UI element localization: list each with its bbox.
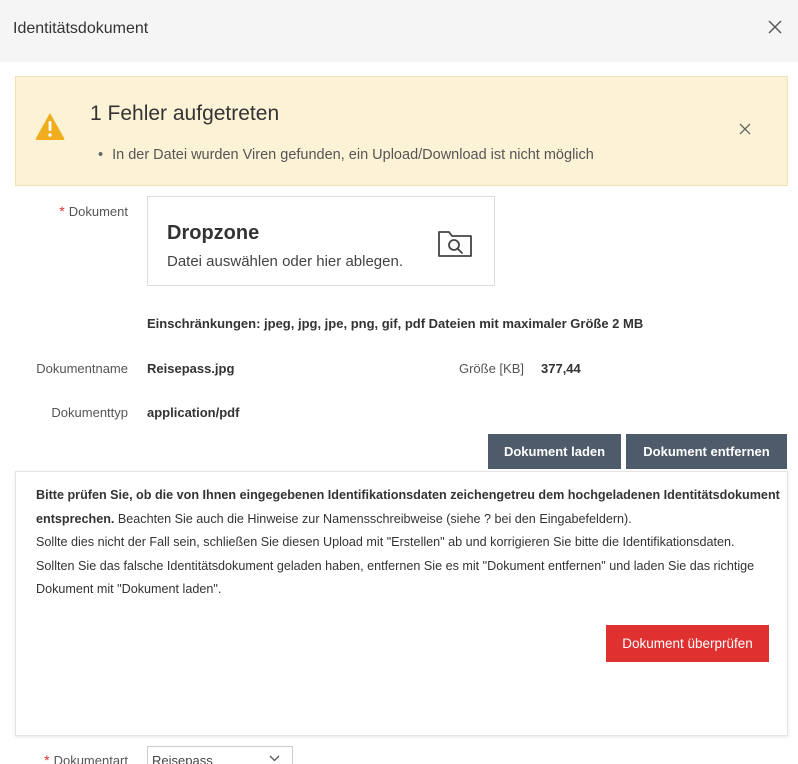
document-type-label: Dokumenttyp <box>51 405 128 420</box>
remove-document-button[interactable]: Dokument entfernen <box>626 434 787 469</box>
dropzone-title: Dropzone <box>167 222 260 244</box>
notice-line-1: Beachten Sie auch die Hinweise zur Namen… <box>114 511 632 526</box>
notice-text: Bitte prüfen Sie, ob die von Ihnen einge… <box>36 484 781 602</box>
upload-restrictions: Einschränkungen: jpeg, jpg, jpe, png, gi… <box>147 316 644 331</box>
dropzone-subtitle: Datei auswählen oder hier ablegen. <box>167 253 403 270</box>
document-name-value: Reisepass.jpg <box>147 361 235 376</box>
required-marker: * <box>59 203 65 219</box>
close-icon[interactable] <box>766 18 784 36</box>
load-document-button[interactable]: Dokument laden <box>488 434 621 469</box>
document-kind-value: Reisepass <box>152 753 213 764</box>
notice-line-2: Sollte dies nicht der Fall sein, schließ… <box>36 535 735 549</box>
error-alert: 1 Fehler aufgetreten In der Datei wurden… <box>15 76 788 186</box>
notice-line-3: Sollten Sie das falsche Identitätsdokume… <box>36 558 755 597</box>
dialog-header: Identitätsdokument <box>0 0 798 62</box>
alert-close-icon[interactable] <box>737 121 753 137</box>
dropzone[interactable]: Dropzone Datei auswählen oder hier ableg… <box>147 196 495 286</box>
document-name-label: Dokumentname <box>36 361 128 376</box>
document-kind-select[interactable]: Reisepass <box>147 746 293 764</box>
size-value: 377,44 <box>541 361 581 376</box>
chevron-down-icon <box>269 755 280 762</box>
check-document-button[interactable]: Dokument überprüfen <box>606 625 769 662</box>
required-marker: * <box>44 752 50 764</box>
alert-title: 1 Fehler aufgetreten <box>90 102 280 125</box>
folder-search-icon <box>438 231 472 257</box>
dialog-title: Identitätsdokument <box>13 20 149 37</box>
alert-item: In der Datei wurden Viren gefunden, ein … <box>98 147 594 163</box>
warning-icon <box>35 113 65 140</box>
size-label: Größe [KB] <box>458 361 524 376</box>
document-type-value: application/pdf <box>147 405 240 420</box>
document-label: * Dokument <box>59 203 128 219</box>
document-kind-label: * Dokumentart <box>20 752 128 764</box>
verification-notice-panel: Bitte prüfen Sie, ob die von Ihnen einge… <box>15 471 788 736</box>
